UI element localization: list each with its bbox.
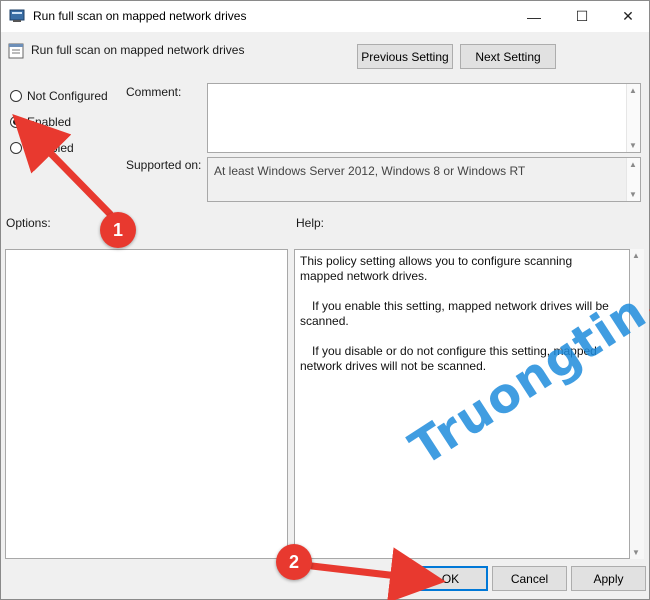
supported-scrollbar[interactable]: ▲ ▼ <box>626 158 640 201</box>
maximize-button[interactable]: ☐ <box>559 1 605 32</box>
radio-label: Enabled <box>27 115 72 129</box>
comment-scrollbar[interactable]: ▲ ▼ <box>626 84 640 152</box>
comment-label: Comment: <box>126 85 182 99</box>
title-bar: Run full scan on mapped network drives —… <box>1 1 649 32</box>
radio-not-configured[interactable]: Not Configured <box>10 89 108 103</box>
radio-disabled[interactable]: Disabled <box>10 141 74 155</box>
options-label: Options: <box>6 216 51 230</box>
help-label: Help: <box>296 216 325 230</box>
scroll-down-icon[interactable]: ▼ <box>629 190 637 199</box>
minimize-icon: — <box>527 8 541 25</box>
previous-setting-button[interactable]: Previous Setting <box>357 44 453 69</box>
supported-on-label: Supported on: <box>126 158 202 172</box>
scroll-down-icon[interactable]: ▼ <box>632 548 640 557</box>
scroll-down-icon[interactable]: ▼ <box>629 141 637 150</box>
radio-button[interactable] <box>10 116 22 128</box>
policy-name: Run full scan on mapped network drives <box>31 43 245 57</box>
help-paragraph: This policy setting allows you to config… <box>300 254 573 283</box>
policy-dialog: Run full scan on mapped network drives —… <box>0 0 650 600</box>
scroll-up-icon[interactable]: ▲ <box>629 160 637 169</box>
scroll-up-icon[interactable]: ▲ <box>629 86 637 95</box>
policy-setting-icon <box>8 43 24 59</box>
ok-button[interactable]: OK <box>413 566 488 591</box>
cancel-button[interactable]: Cancel <box>492 566 567 591</box>
apply-button[interactable]: Apply <box>571 566 646 591</box>
policy-window-icon <box>9 9 25 22</box>
maximize-icon: ☐ <box>575 8 589 24</box>
window-title: Run full scan on mapped network drives <box>33 9 247 23</box>
minimize-button[interactable]: — <box>511 1 557 32</box>
radio-label: Not Configured <box>27 89 108 103</box>
options-panel <box>5 249 288 559</box>
supported-on-value: At least Windows Server 2012, Windows 8 … <box>214 164 526 178</box>
comment-textarea[interactable]: ▲ ▼ <box>207 83 641 153</box>
radio-button[interactable] <box>10 90 22 102</box>
next-setting-button[interactable]: Next Setting <box>460 44 556 69</box>
annotation-badge-1: 1 <box>100 212 136 248</box>
annotation-badge-2: 2 <box>276 544 312 580</box>
close-icon: ✕ <box>622 8 634 24</box>
scroll-up-icon[interactable]: ▲ <box>632 251 640 260</box>
supported-on-field: At least Windows Server 2012, Windows 8 … <box>207 157 641 202</box>
radio-label: Disabled <box>27 141 74 155</box>
radio-enabled[interactable]: Enabled <box>10 115 71 129</box>
close-button[interactable]: ✕ <box>605 1 650 32</box>
radio-button[interactable] <box>10 142 22 154</box>
